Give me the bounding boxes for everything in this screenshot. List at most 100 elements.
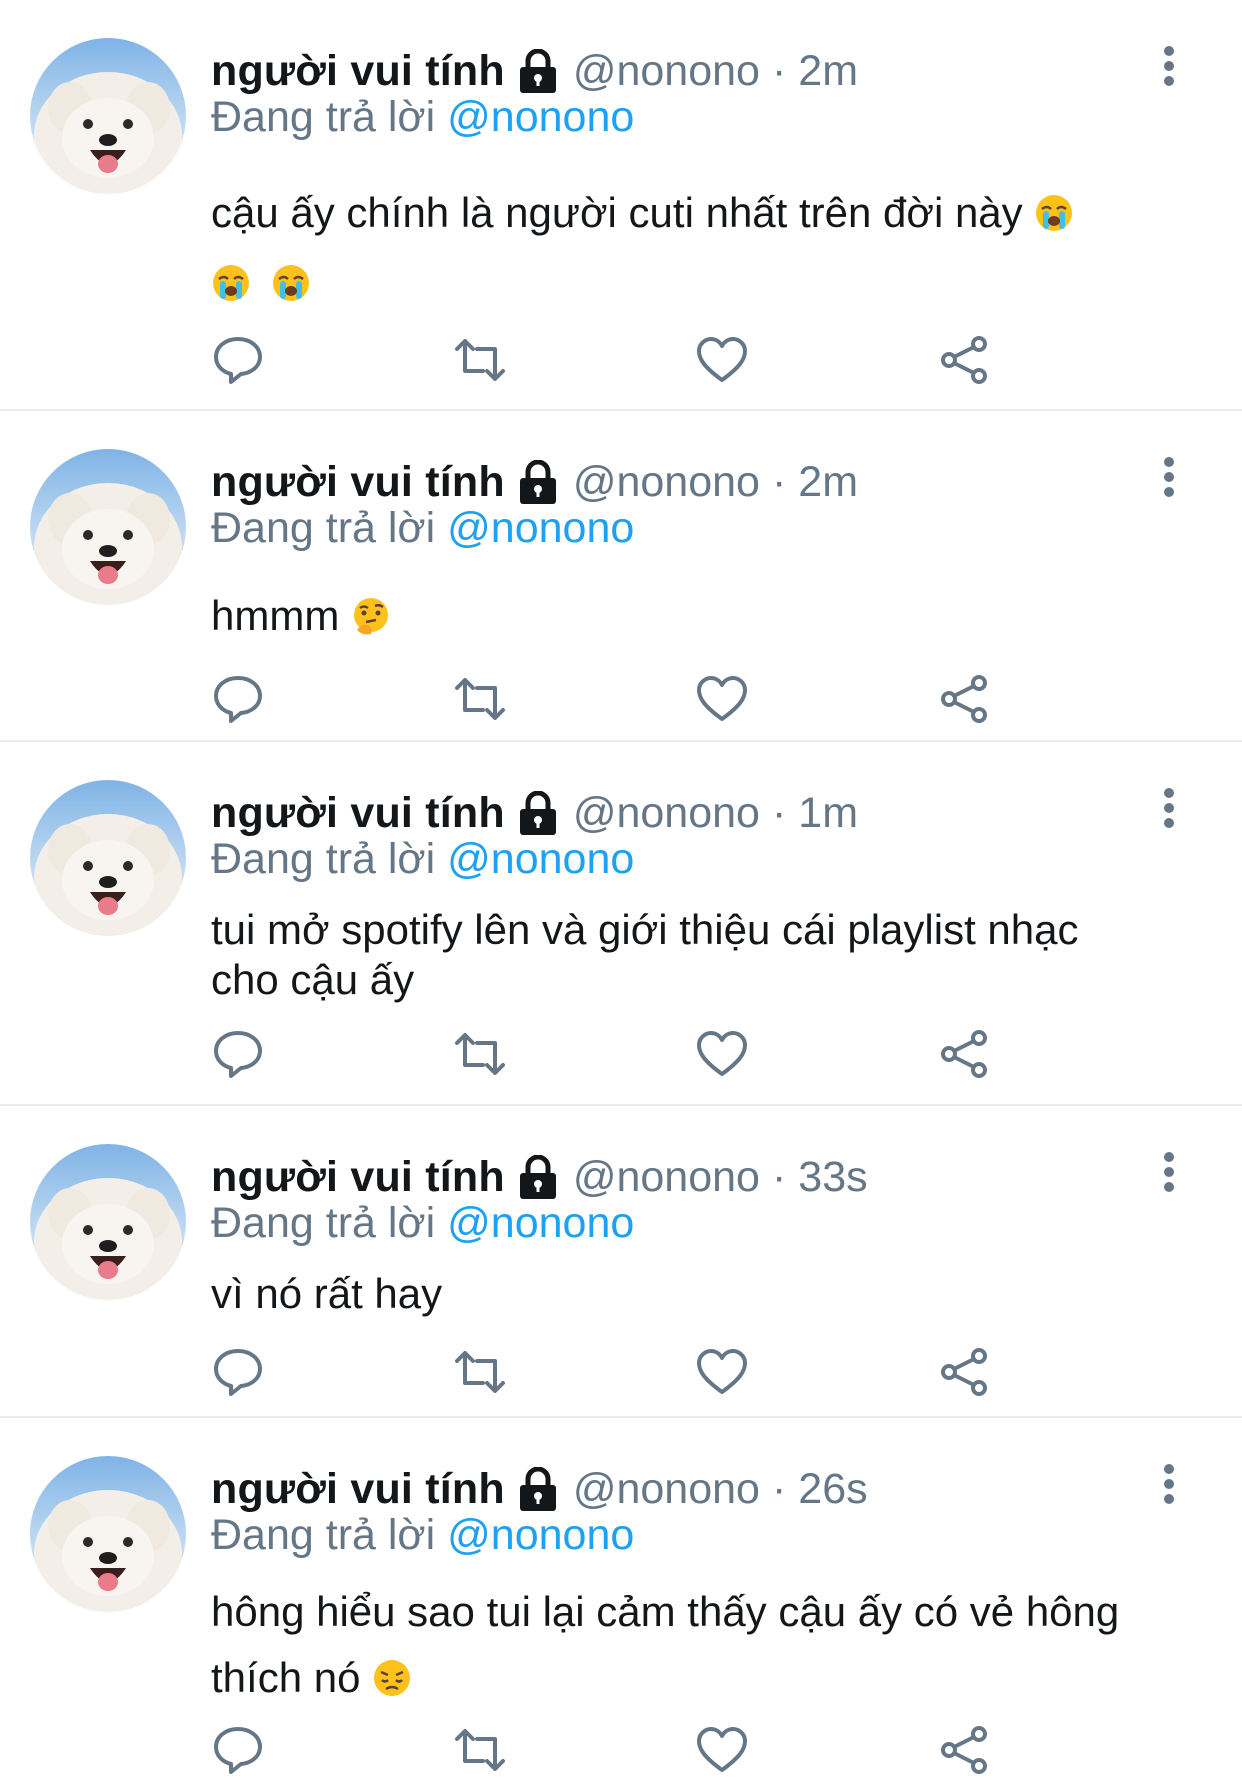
user-handle[interactable]: @nonono — [573, 789, 760, 838]
tweet-actions — [211, 1347, 1011, 1397]
loudly-crying-face-emoji — [271, 263, 311, 303]
more-vertical-icon[interactable] — [1162, 457, 1176, 497]
tweet-header: người vui tính @nonono · 2m — [211, 453, 858, 511]
like-icon[interactable] — [695, 1725, 749, 1775]
tweet-text: hông hiểu sao tui lại cảm thấy cậu ấy có… — [211, 1579, 1171, 1711]
tweet[interactable]: người vui tính @nonono · 33s Đang trả lờ… — [0, 1106, 1242, 1418]
tweet[interactable]: người vui tính @nonono · 1m Đang trả lời… — [0, 742, 1242, 1106]
reply-prefix: Đang trả lời — [211, 835, 436, 883]
timestamp[interactable]: 33s — [798, 1153, 867, 1202]
tweet[interactable]: người vui tính @nonono · 26s Đang trả lờ… — [0, 1418, 1242, 1789]
display-name[interactable]: người vui tính — [211, 789, 505, 838]
replying-to: Đang trả lời @nonono — [211, 93, 634, 142]
tweet-text-line: hông hiểu sao tui lại cảm thấy cậu ấy có… — [211, 1588, 1120, 1635]
avatar[interactable] — [30, 449, 186, 605]
reply-to-handle[interactable]: @nonono — [447, 93, 634, 141]
loudly-crying-face-emoji — [1034, 193, 1074, 233]
timestamp[interactable]: 2m — [798, 47, 858, 96]
tweet-actions — [211, 674, 1011, 724]
tweet[interactable]: người vui tính @nonono · 2m Đang trả lời… — [0, 0, 1242, 411]
lock-icon — [517, 1467, 559, 1511]
like-icon[interactable] — [695, 1029, 749, 1079]
tweet-text-line: tui mở spotify lên và giới thiệu cái pla… — [211, 906, 1079, 953]
tweet[interactable]: người vui tính @nonono · 2m Đang trả lời… — [0, 411, 1242, 742]
lock-icon — [517, 791, 559, 835]
tweet-actions — [211, 335, 1011, 385]
user-handle[interactable]: @nonono — [573, 1465, 760, 1514]
display-name[interactable]: người vui tính — [211, 458, 505, 507]
separator: · — [771, 457, 787, 506]
user-handle[interactable]: @nonono — [573, 458, 760, 507]
more-vertical-icon[interactable] — [1162, 788, 1176, 828]
replying-to: Đang trả lời @nonono — [211, 1511, 634, 1560]
tweet-text-line: hmmm — [211, 592, 340, 639]
tweet-header: người vui tính @nonono · 26s — [211, 1460, 868, 1518]
avatar[interactable] — [30, 38, 186, 194]
user-handle[interactable]: @nonono — [573, 47, 760, 96]
loudly-crying-face-emoji — [211, 263, 251, 303]
tweet-header: người vui tính @nonono · 2m — [211, 42, 858, 100]
tweet-text: vì nó rất hay — [211, 1269, 1171, 1319]
tweet-text: cậu ấy chính là người cuti nhất trên đời… — [211, 178, 1171, 318]
user-handle[interactable]: @nonono — [573, 1153, 760, 1202]
tweet-header: người vui tính @nonono · 1m — [211, 784, 858, 842]
avatar[interactable] — [30, 1144, 186, 1300]
tweet-text: hmmm — [211, 586, 1171, 646]
separator: · — [771, 1152, 787, 1201]
tweet-actions — [211, 1725, 1011, 1775]
tweet-text-line: vì nó rất hay — [211, 1270, 443, 1317]
retweet-icon[interactable] — [453, 335, 507, 385]
share-icon[interactable] — [938, 1029, 992, 1079]
reply-icon[interactable] — [211, 335, 265, 385]
display-name[interactable]: người vui tính — [211, 1153, 505, 1202]
more-vertical-icon[interactable] — [1162, 1152, 1176, 1192]
reply-prefix: Đang trả lời — [211, 1199, 436, 1247]
share-icon[interactable] — [938, 1347, 992, 1397]
timestamp[interactable]: 2m — [798, 458, 858, 507]
reply-icon[interactable] — [211, 1029, 265, 1079]
reply-prefix: Đang trả lời — [211, 93, 436, 141]
share-icon[interactable] — [938, 335, 992, 385]
separator: · — [771, 1464, 787, 1513]
timestamp[interactable]: 26s — [798, 1465, 867, 1514]
reply-to-handle[interactable]: @nonono — [447, 1511, 634, 1559]
display-name[interactable]: người vui tính — [211, 1465, 505, 1514]
thinking-face-emoji — [351, 596, 391, 636]
retweet-icon[interactable] — [453, 1029, 507, 1079]
share-icon[interactable] — [938, 674, 992, 724]
separator: · — [771, 788, 787, 837]
replying-to: Đang trả lời @nonono — [211, 504, 634, 553]
display-name[interactable]: người vui tính — [211, 47, 505, 96]
reply-to-handle[interactable]: @nonono — [447, 835, 634, 883]
tweet-text-line: thích nó — [211, 1654, 361, 1701]
tweet-actions — [211, 1029, 1011, 1079]
avatar[interactable] — [30, 780, 186, 936]
reply-icon[interactable] — [211, 1725, 265, 1775]
retweet-icon[interactable] — [453, 1347, 507, 1397]
timestamp[interactable]: 1m — [798, 789, 858, 838]
reply-prefix: Đang trả lời — [211, 1511, 436, 1559]
like-icon[interactable] — [695, 1347, 749, 1397]
like-icon[interactable] — [695, 335, 749, 385]
reply-to-handle[interactable]: @nonono — [447, 504, 634, 552]
disappointed-face-emoji — [372, 1658, 412, 1698]
reply-icon[interactable] — [211, 1347, 265, 1397]
tweet-text-line: cậu ấy chính là người cuti nhất trên đời… — [211, 189, 1023, 236]
tweet-text: tui mở spotify lên và giới thiệu cái pla… — [211, 905, 1171, 1005]
replying-to: Đang trả lời @nonono — [211, 835, 634, 884]
avatar[interactable] — [30, 1456, 186, 1612]
retweet-icon[interactable] — [453, 1725, 507, 1775]
share-icon[interactable] — [938, 1725, 992, 1775]
like-icon[interactable] — [695, 674, 749, 724]
reply-icon[interactable] — [211, 674, 265, 724]
lock-icon — [517, 49, 559, 93]
separator: · — [771, 46, 787, 95]
reply-prefix: Đang trả lời — [211, 504, 436, 552]
more-vertical-icon[interactable] — [1162, 1464, 1176, 1504]
lock-icon — [517, 1155, 559, 1199]
reply-to-handle[interactable]: @nonono — [447, 1199, 634, 1247]
retweet-icon[interactable] — [453, 674, 507, 724]
lock-icon — [517, 460, 559, 504]
tweet-text-line: cho cậu ấy — [211, 956, 415, 1003]
more-vertical-icon[interactable] — [1162, 46, 1176, 86]
